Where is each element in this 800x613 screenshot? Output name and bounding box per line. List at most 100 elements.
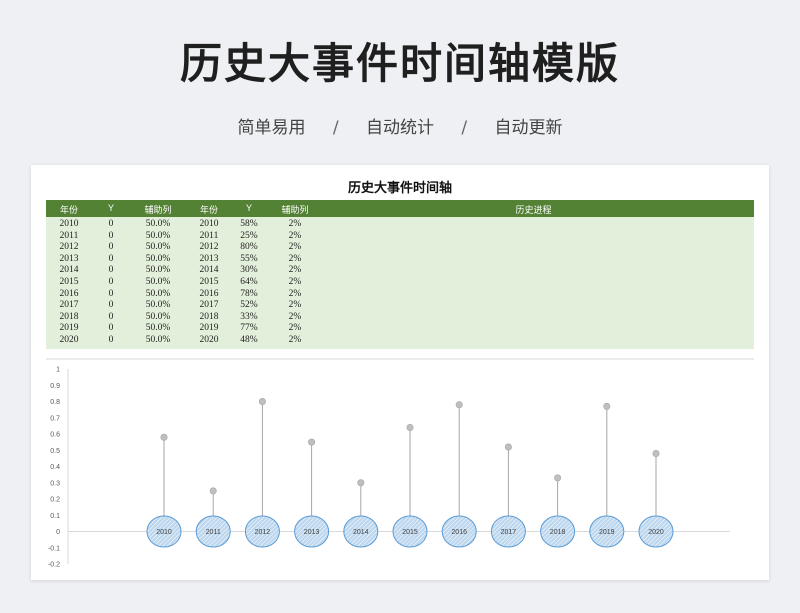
year-label: 2012 [255, 529, 271, 536]
col-header-year: 年份 [59, 205, 78, 215]
table-cell: 50.0% [145, 265, 171, 276]
data-point [504, 443, 512, 451]
y-tick-label: 0.1 [50, 513, 60, 520]
table-cell: 2010 [59, 219, 79, 229]
table-row: 2010 0 50.0% 2010 58% 2% [46, 219, 754, 231]
year-label: 2017 [501, 529, 517, 536]
table-cell: 33% [240, 311, 258, 322]
table-cell: 0 [108, 277, 114, 287]
year-label: 2014 [353, 529, 369, 536]
col-header-y: Y [107, 203, 114, 213]
table-header: 年份 Y 辅助列 年份 Y 辅助列 历史进程 [46, 200, 754, 217]
y-tick-label: 0.2 [50, 497, 60, 504]
table-cell: 2016 [59, 288, 79, 299]
table-row: 2011 0 50.0% 2011 25% 2% [46, 231, 754, 243]
table-cell: 50.0% [145, 300, 171, 311]
col-header-helper-2: 辅助列 [281, 205, 309, 215]
table-cell: 2011 [199, 230, 219, 241]
col-header-helper: 辅助列 [144, 205, 172, 215]
data-table: 年份 Y 辅助列 年份 Y 辅助列 历史进程 2010 0 50.0% 2010 58%… [46, 200, 754, 349]
table-row: 2018 0 50.0% 2018 33% 2% [46, 312, 754, 324]
table-row: 2014 0 50.0% 2014 30% 2% [46, 265, 754, 277]
year-label: 2018 [550, 529, 566, 536]
table-cell: 2% [288, 323, 302, 334]
data-point [160, 433, 168, 441]
table-cell: 2015 [59, 277, 79, 287]
table-cell: 50.0% [145, 288, 171, 299]
table-cell: 52% [240, 300, 258, 311]
table-cell: 2015 [199, 277, 219, 287]
timeline-chart-svg: 1 0.9 0.8 0.7 0.6 0.5 0.4 0.3 0.2 0.1 0 -0.1 -0.2 201… [46, 358, 754, 569]
table-cell: 2013 [59, 253, 79, 264]
table-cell: 50.0% [145, 230, 171, 241]
table-cell: 50.0% [145, 311, 171, 322]
table-cell: 2% [288, 242, 302, 253]
table-cell: 0 [108, 300, 114, 311]
table-cell: 0 [108, 288, 114, 299]
table-cell: 0 [108, 242, 114, 253]
table-cell: 2% [288, 219, 302, 229]
year-label: 2019 [599, 529, 615, 536]
table-row: 2012 0 50.0% 2012 80% 2% [46, 242, 754, 254]
table-cell: 2010 [199, 219, 219, 229]
table-cell: 2% [288, 265, 302, 276]
data-point [258, 397, 266, 405]
separator: / [332, 118, 339, 138]
table-cell: 2017 [59, 300, 79, 311]
table-cell: 2% [288, 253, 302, 264]
data-point [455, 401, 463, 409]
year-label: 2020 [648, 529, 664, 536]
table-cell: 80% [240, 242, 258, 253]
feature-update: 自动更新 [494, 118, 563, 138]
table-row: 2013 0 50.0% 2013 55% 2% [46, 254, 754, 266]
table-cell: 50.0% [145, 219, 171, 229]
table-cell: 2014 [199, 265, 219, 276]
col-header-year-2: 年份 [199, 205, 218, 215]
table-cell: 64% [240, 277, 258, 287]
y-tick-label: 0.6 [50, 432, 60, 439]
y-tick-label: 0.4 [50, 464, 60, 471]
sheet-title: 历史大事件时间轴 [347, 181, 452, 196]
table-cell: 55% [240, 253, 258, 264]
page-title: 历史大事件时间轴模版 [179, 39, 620, 88]
data-point [603, 402, 611, 410]
table-cell: 50.0% [145, 335, 171, 345]
table-row: 2016 0 50.0% 2016 78% 2% [46, 289, 754, 301]
table-body: 2010 0 50.0% 2010 58% 2% 2011 0 50.0% 2011 25% 2% 20… [46, 217, 754, 349]
data-point [406, 424, 414, 432]
table-cell: 0 [108, 311, 114, 322]
table-row: 2015 0 50.0% 2015 64% 2% [46, 277, 754, 289]
feature-stats: 自动统计 [366, 118, 434, 138]
table-cell: 2020 [59, 335, 79, 345]
table-cell: 78% [240, 288, 258, 299]
year-label: 2013 [304, 529, 320, 536]
table-cell: 58% [240, 219, 258, 229]
table-row: 2019 0 50.0% 2019 77% 2% [46, 323, 754, 335]
y-tick-label: 0.5 [50, 448, 60, 455]
separator: / [461, 118, 468, 138]
table-cell: 2020 [199, 335, 219, 345]
table-row: 2017 0 50.0% 2017 52% 2% [46, 300, 754, 312]
table-cell: 50.0% [145, 277, 171, 287]
data-point [357, 479, 365, 487]
y-tick-label: 0.3 [50, 480, 60, 487]
table-cell: 2018 [199, 311, 219, 322]
table-cell: 50.0% [145, 323, 171, 334]
table-cell: 2% [288, 335, 302, 345]
table-cell: 2012 [199, 242, 219, 253]
y-tick-label: 0.9 [50, 383, 60, 390]
table-cell: 2018 [59, 311, 79, 322]
data-point [554, 474, 562, 482]
table-cell: 50.0% [145, 242, 171, 253]
table-cell: 0 [108, 230, 114, 241]
table-cell: 0 [108, 265, 114, 276]
data-point [652, 450, 660, 458]
table-cell: 0 [108, 323, 114, 334]
spreadsheet-card: 历史大事件时间轴 年份 Y 辅助列 年份 Y 辅助列 历史进程 2010 0 50.… [31, 165, 769, 580]
table-cell: 2012 [59, 242, 79, 253]
y-tick-label: 0.8 [50, 399, 60, 406]
table-cell: 0 [108, 335, 114, 345]
timeline-chart: 1 0.9 0.8 0.7 0.6 0.5 0.4 0.3 0.2 0.1 0 -0.1 -0.2 201… [46, 357, 754, 569]
table-cell: 2011 [59, 230, 79, 241]
table-cell: 2% [288, 288, 302, 299]
